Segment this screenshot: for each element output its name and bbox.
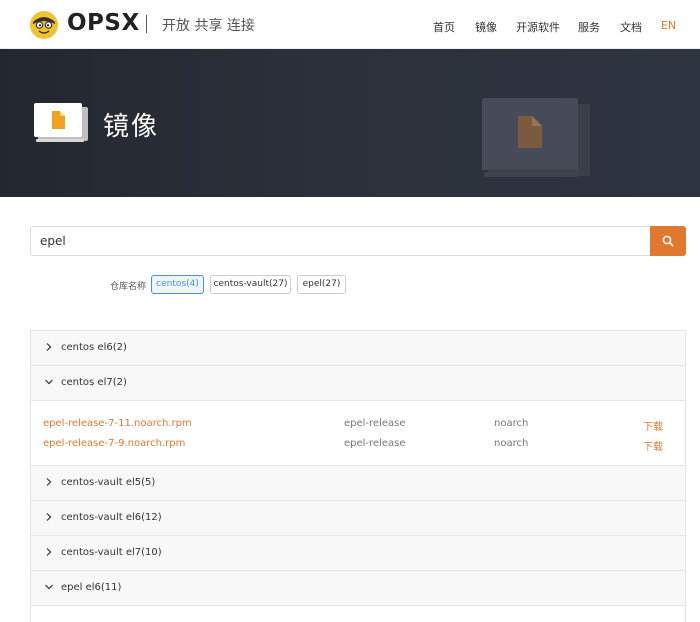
group-centos-el6[interactable]: centos el6(2) — [31, 331, 685, 366]
brand-slogan: 开放 共享 连接 — [162, 18, 255, 34]
group-centos-vault-el6[interactable]: centos-vault el6(12) — [31, 501, 685, 536]
nav-mirrors[interactable]: 镜像 — [475, 19, 497, 35]
search-button[interactable] — [650, 226, 686, 256]
search-bar — [30, 226, 686, 256]
decorative-mirror-icon — [482, 98, 590, 177]
group-label: centos-vault el7(10) — [61, 547, 162, 558]
package-name: epel-release — [344, 438, 406, 449]
nav-services[interactable]: 服务 — [578, 19, 600, 35]
group-label: centos el7(2) — [61, 377, 127, 388]
brand-divider — [146, 15, 147, 33]
nav-open-source[interactable]: 开源软件 — [516, 19, 560, 35]
chevron-right-icon — [46, 478, 52, 486]
download-link[interactable]: 下载 — [643, 418, 663, 433]
group-centos-vault-el5[interactable]: centos-vault el5(5) — [31, 466, 685, 501]
nav-home[interactable]: 首页 — [433, 19, 455, 35]
download-link[interactable]: 下载 — [643, 438, 663, 453]
group-label: epel el6(11) — [61, 582, 122, 593]
search-input[interactable] — [30, 226, 650, 256]
group-centos-el7[interactable]: centos el7(2) — [31, 366, 685, 401]
nav-docs[interactable]: 文档 — [620, 19, 642, 35]
mirror-icon — [34, 103, 88, 142]
group-epel-el6-files — [31, 606, 685, 622]
top-navbar: OPSX 开放 共享 连接 首页 镜像 开源软件 服务 文档 EN — [0, 0, 700, 49]
group-centos-el7-files: epel-release-7-11.noarch.rpm epel-releas… — [31, 401, 685, 466]
page-banner: 镜像 — [0, 49, 700, 197]
filter-tag-centos-vault[interactable]: centos-vault(27) — [210, 275, 291, 294]
search-icon — [662, 235, 674, 247]
chevron-down-icon — [45, 379, 53, 385]
package-arch: noarch — [494, 418, 529, 429]
chevron-right-icon — [46, 513, 52, 521]
group-label: centos el6(2) — [61, 342, 127, 353]
chevron-right-icon — [46, 343, 52, 351]
package-name: epel-release — [344, 418, 406, 429]
group-label: centos-vault el6(12) — [61, 512, 162, 523]
page-title: 镜像 — [103, 112, 160, 142]
opsx-logo-icon[interactable] — [29, 10, 59, 40]
nav-language-en[interactable]: EN — [661, 19, 676, 32]
repo-filter-label: 仓库名称 — [110, 282, 147, 292]
chevron-right-icon — [46, 548, 52, 556]
group-epel-el6[interactable]: epel el6(11) — [31, 571, 685, 606]
repo-group-list: centos el6(2) centos el7(2) epel-release… — [30, 330, 686, 622]
filter-tag-centos[interactable]: centos(4) — [151, 275, 204, 294]
package-arch: noarch — [494, 438, 529, 449]
group-label: centos-vault el5(5) — [61, 477, 156, 488]
file-link[interactable]: epel-release-7-9.noarch.rpm — [43, 438, 185, 449]
group-centos-vault-el7[interactable]: centos-vault el7(10) — [31, 536, 685, 571]
filter-tag-epel[interactable]: epel(27) — [297, 275, 346, 294]
file-link[interactable]: epel-release-7-11.noarch.rpm — [43, 418, 192, 429]
chevron-down-icon — [45, 584, 53, 590]
brand-name[interactable]: OPSX — [67, 10, 140, 36]
